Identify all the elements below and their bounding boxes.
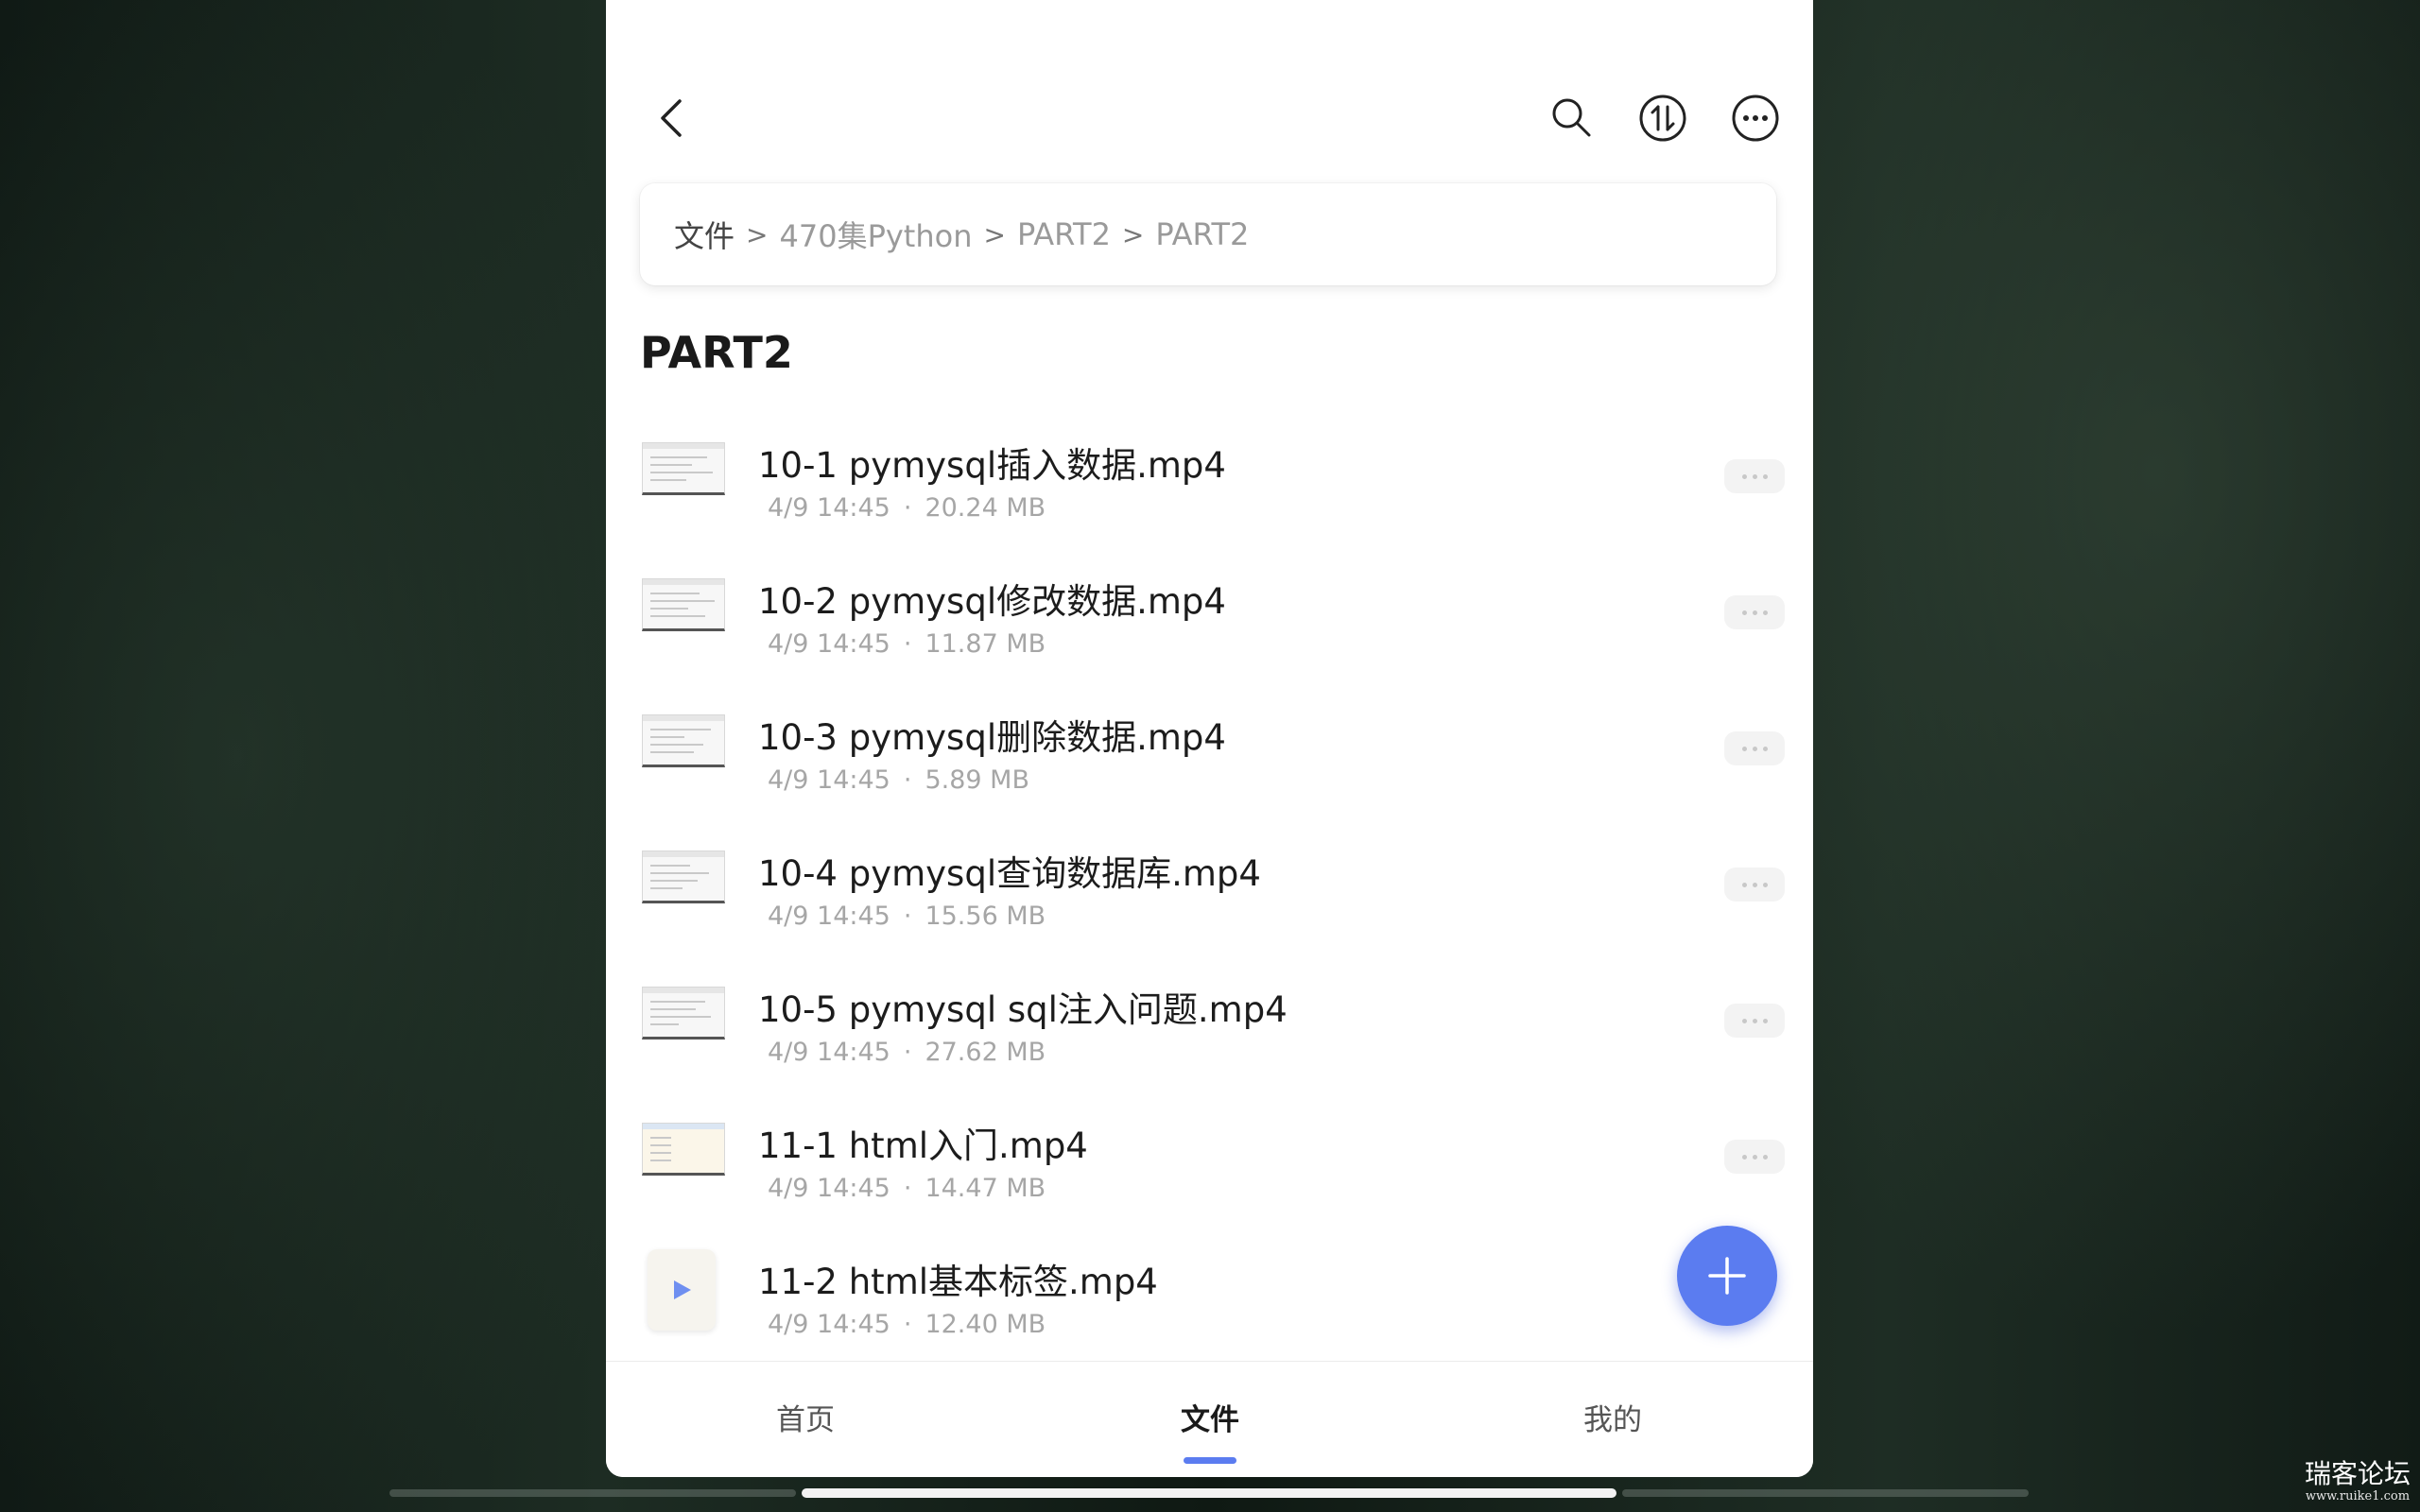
file-date: 4/9 14:45: [768, 902, 890, 931]
file-size: 20.24 MB: [925, 493, 1046, 523]
back-button[interactable]: [644, 90, 700, 146]
video-thumbnail: [642, 714, 725, 767]
video-thumbnail: [642, 987, 725, 1040]
meta-separator: ·: [903, 629, 912, 659]
row-more-button[interactable]: [1724, 459, 1785, 493]
file-row[interactable]: 11-2 html基本标签.mp4 4/9 14:45 · 12.40 MB: [606, 1227, 1813, 1363]
file-row[interactable]: 10-4 pymysql查询数据库.mp4 4/9 14:45 · 15.56 MB: [606, 818, 1813, 954]
more-options-button[interactable]: [1725, 90, 1786, 146]
breadcrumb-item-current: PART2: [1155, 216, 1250, 252]
breadcrumb-item[interactable]: 文件: [674, 213, 735, 256]
row-more-button[interactable]: [1724, 1004, 1785, 1038]
file-meta: 4/9 14:45 · 20.24 MB: [768, 493, 1046, 523]
home-indicator-left: [389, 1489, 796, 1497]
add-button[interactable]: [1677, 1226, 1777, 1326]
row-more-button[interactable]: [1724, 731, 1785, 765]
plus-icon: [1708, 1257, 1746, 1295]
breadcrumb-separator: >: [983, 218, 1006, 250]
breadcrumb-separator: >: [1121, 218, 1145, 250]
file-row[interactable]: 10-2 pymysql修改数据.mp4 4/9 14:45 · 11.87 MB: [606, 546, 1813, 682]
top-bar: [606, 0, 1813, 180]
nav-home[interactable]: 首页: [776, 1396, 835, 1438]
file-date: 4/9 14:45: [768, 1174, 890, 1203]
file-size: 12.40 MB: [925, 1310, 1046, 1339]
sort-updown-icon: [1639, 94, 1686, 142]
file-date: 4/9 14:45: [768, 1310, 890, 1339]
watermark-url: www.ruike1.com: [2305, 1489, 2411, 1503]
file-row[interactable]: 10-1 pymysql插入数据.mp4 4/9 14:45 · 20.24 MB: [606, 410, 1813, 546]
play-icon: [674, 1280, 691, 1299]
breadcrumb-separator: >: [746, 218, 769, 250]
file-size: 15.56 MB: [925, 902, 1046, 931]
sort-button[interactable]: [1633, 90, 1693, 146]
file-name: 11-2 html基本标签.mp4: [758, 1262, 1158, 1302]
file-size: 14.47 MB: [925, 1174, 1046, 1203]
file-date: 4/9 14:45: [768, 765, 890, 795]
file-name: 10-2 pymysql修改数据.mp4: [758, 581, 1226, 622]
bottom-nav: 首页 文件 我的: [606, 1361, 1813, 1477]
row-more-button[interactable]: [1724, 1140, 1785, 1174]
video-file-icon: [648, 1249, 716, 1331]
chevron-left-icon: [661, 99, 682, 137]
file-meta: 4/9 14:45 · 11.87 MB: [768, 629, 1046, 659]
row-more-button[interactable]: [1724, 595, 1785, 629]
breadcrumb-item[interactable]: 470集Python: [779, 213, 972, 256]
file-size: 11.87 MB: [925, 629, 1046, 659]
file-list: 10-1 pymysql插入数据.mp4 4/9 14:45 · 20.24 MB …: [606, 410, 1813, 1363]
file-row[interactable]: 10-3 pymysql删除数据.mp4 4/9 14:45 · 5.89 MB: [606, 682, 1813, 818]
video-thumbnail: [642, 1123, 725, 1176]
search-icon: [1552, 98, 1591, 137]
meta-separator: ·: [903, 1310, 912, 1339]
video-thumbnail: [642, 442, 725, 495]
file-name: 10-3 pymysql删除数据.mp4: [758, 717, 1226, 758]
home-indicator[interactable]: [802, 1488, 1616, 1498]
file-name: 10-5 pymysql sql注入问题.mp4: [758, 989, 1288, 1030]
breadcrumb: 文件 > 470集Python > PART2 > PART2: [640, 183, 1776, 285]
file-name: 10-1 pymysql插入数据.mp4: [758, 445, 1226, 486]
meta-separator: ·: [903, 1174, 912, 1203]
file-row[interactable]: 11-1 html入门.mp4 4/9 14:45 · 14.47 MB: [606, 1091, 1813, 1227]
more-horizontal-icon: [1732, 94, 1779, 142]
nav-profile[interactable]: 我的: [1583, 1396, 1642, 1438]
file-meta: 4/9 14:45 · 5.89 MB: [768, 765, 1029, 795]
home-indicator-right: [1622, 1489, 2029, 1497]
file-meta: 4/9 14:45 · 12.40 MB: [768, 1310, 1046, 1339]
row-more-button[interactable]: [1724, 868, 1785, 902]
file-date: 4/9 14:45: [768, 1038, 890, 1067]
meta-separator: ·: [903, 493, 912, 523]
file-date: 4/9 14:45: [768, 629, 890, 659]
file-meta: 4/9 14:45 · 15.56 MB: [768, 902, 1046, 931]
file-row[interactable]: 10-5 pymysql sql注入问题.mp4 4/9 14:45 · 27.62…: [606, 954, 1813, 1091]
file-meta: 4/9 14:45 · 27.62 MB: [768, 1038, 1046, 1067]
file-size: 5.89 MB: [925, 765, 1029, 795]
meta-separator: ·: [903, 1038, 912, 1067]
file-date: 4/9 14:45: [768, 493, 890, 523]
search-button[interactable]: [1542, 90, 1602, 146]
video-thumbnail: [642, 850, 725, 903]
file-meta: 4/9 14:45 · 14.47 MB: [768, 1174, 1046, 1203]
meta-separator: ·: [903, 765, 912, 795]
watermark: 瑞客论坛 www.ruike1.com: [2301, 1458, 2414, 1504]
file-name: 11-1 html入门.mp4: [758, 1125, 1088, 1166]
watermark-title: 瑞客论坛: [2304, 1458, 2411, 1489]
file-name: 10-4 pymysql查询数据库.mp4: [758, 853, 1261, 894]
meta-separator: ·: [903, 902, 912, 931]
breadcrumb-item[interactable]: PART2: [1017, 216, 1111, 252]
page-title: PART2: [640, 327, 793, 378]
nav-files[interactable]: 文件: [1181, 1396, 1239, 1438]
file-browser-panel: 文件 > 470集Python > PART2 > PART2 PART2 10…: [606, 0, 1813, 1477]
active-tab-indicator: [1184, 1457, 1236, 1464]
file-size: 27.62 MB: [925, 1038, 1046, 1067]
video-thumbnail: [642, 578, 725, 631]
